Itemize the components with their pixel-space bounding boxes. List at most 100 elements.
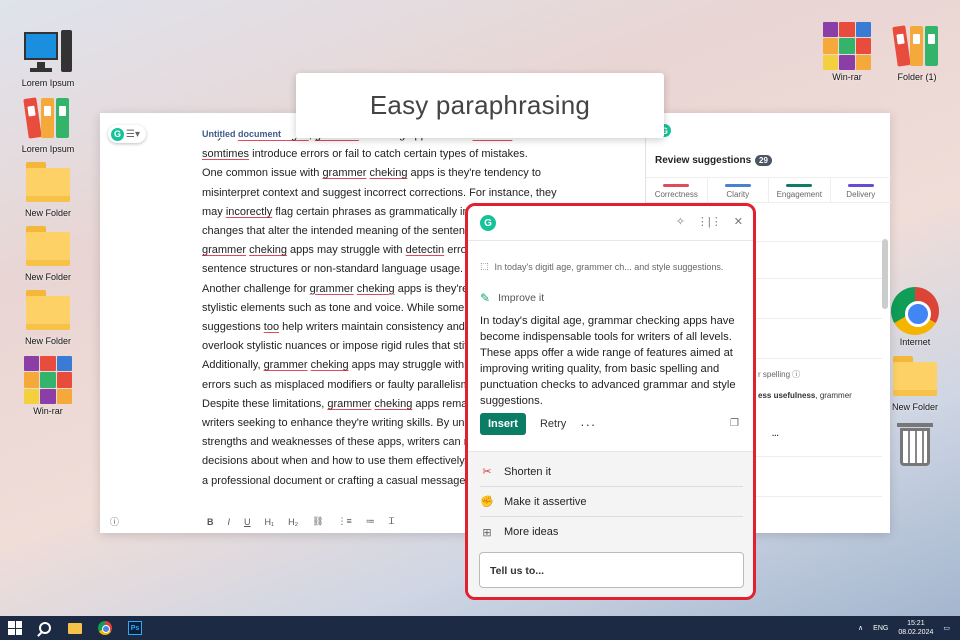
desktop-icon-binders[interactable]: Lorem Ipsum [10, 94, 86, 154]
tab-correctness[interactable]: Correctness [646, 178, 708, 202]
text-segment: apps is they're tendency to [407, 167, 542, 180]
text-segment: Despite these limitations, [202, 397, 328, 410]
spelling-error[interactable]: detectin [406, 244, 445, 256]
winrar-icon [24, 356, 72, 404]
heading1-button[interactable]: H₁ [265, 517, 275, 527]
spelling-error[interactable]: cheking [311, 359, 349, 371]
format-toolbar: ⓘ B I U H₁ H₂ ⛓ ⋮≡ ≔ Ꮖ [110, 515, 395, 528]
spelling-error[interactable]: disadvantages [238, 138, 309, 141]
spelling-error[interactable]: cheking [370, 167, 408, 179]
desktop-icon-label: New Folder [24, 272, 71, 282]
menu-icon: ☰▾ [126, 128, 140, 140]
clock[interactable]: 15:21 08.02.2024 [898, 619, 933, 637]
language-indicator[interactable]: ENG [873, 625, 888, 632]
spelling-error[interactable]: cheking [357, 283, 395, 295]
link-icon[interactable]: ⛓ [312, 516, 323, 527]
spelling-error[interactable]: grammer [264, 359, 308, 371]
chevron-up-icon[interactable]: ∧ [858, 624, 863, 632]
spelling-error[interactable]: incorectly [226, 206, 272, 218]
suggestion-snippet[interactable]: r spelling ⓘ [758, 369, 800, 380]
option-more-ideas[interactable]: ⊞ More ideas [480, 517, 743, 547]
binders-icon [892, 22, 941, 70]
improve-it-label: ✎ Improve it [480, 291, 545, 305]
search-icon [39, 622, 51, 634]
tab-engagement[interactable]: Engagement [769, 178, 831, 202]
popup-header: G ✧ ⋮|⋮ ✕ [468, 206, 753, 241]
text-segment: may [202, 205, 226, 218]
desktop-icon-folder[interactable]: New Folder [10, 222, 86, 282]
review-scrollbar[interactable] [882, 239, 888, 309]
heading2-button[interactable]: H₂ [288, 517, 298, 527]
spelling-error[interactable]: grammar [315, 138, 359, 141]
text-segment: checking apps are not [359, 138, 473, 141]
close-icon[interactable]: ✕ [734, 215, 743, 228]
clear-format-icon[interactable]: Ꮖ [389, 516, 395, 527]
desktop-icon-label: Lorem Ipsum [21, 144, 75, 154]
spelling-error[interactable]: grammer [322, 167, 366, 179]
ordered-list-icon[interactable]: ⋮≡ [338, 516, 352, 527]
taskbar-photoshop[interactable]: Ps [120, 616, 150, 640]
more-options-button[interactable]: ... [772, 429, 779, 438]
taskbar-explorer[interactable] [60, 616, 90, 640]
desktop-icon-folder[interactable]: New Folder [10, 286, 86, 346]
document-line: misinterpret context and suggest incorre… [202, 184, 642, 203]
voice-icon[interactable]: ⋮|⋮ [697, 215, 722, 228]
text-segment: and can [512, 138, 554, 141]
spelling-error[interactable]: grammer [327, 398, 371, 410]
spelling-error[interactable]: grammer [202, 244, 246, 256]
copy-icon[interactable]: ❐ [730, 418, 739, 429]
folder-icon [68, 622, 82, 634]
tell-us-input[interactable]: Tell us to... [479, 552, 744, 588]
desktop-icon-label: New Folder [24, 336, 71, 346]
computer-icon [24, 28, 72, 76]
bold-button[interactable]: B [207, 517, 214, 527]
suggestion-snippet[interactable]: ess usefulness, grammer [758, 391, 852, 400]
insert-button[interactable]: Insert [480, 413, 526, 435]
paraphrase-popup: G ✧ ⋮|⋮ ✕ ⬚ In today's digitl age, gramm… [465, 203, 756, 600]
retry-button[interactable]: Retry [540, 418, 566, 430]
text-segment: sentence structures or non-standard lang… [202, 263, 464, 276]
desktop-icon-computer[interactable]: Lorem Ipsum [10, 28, 86, 88]
desktop-icon-label: Win-rar [33, 406, 63, 416]
notification-icon[interactable]: ▭ [943, 624, 950, 632]
option-assertive[interactable]: ✊ Make it assertive [480, 487, 743, 517]
help-icon[interactable]: ⓘ [110, 515, 119, 528]
text-segment: introduce errors or fail to catch certai… [249, 148, 528, 161]
start-button[interactable] [0, 616, 30, 640]
folder-icon [891, 352, 939, 400]
bullet-list-icon[interactable]: ≔ [366, 516, 375, 527]
more-button[interactable]: ··· [580, 417, 596, 432]
grammarly-badge[interactable]: G ☰▾ [108, 125, 146, 143]
spelling-error[interactable]: too [264, 321, 279, 333]
italic-button[interactable]: I [228, 517, 231, 527]
photoshop-icon: Ps [128, 621, 142, 635]
spelling-error[interactable]: cheking [249, 244, 287, 256]
desktop-icon-label: Lorem Ipsum [21, 78, 75, 88]
spelling-error[interactable]: somtimes [202, 148, 249, 160]
search-button[interactable] [30, 616, 60, 640]
binders-icon [23, 94, 72, 142]
spelling-error[interactable]: grammer [310, 283, 354, 295]
desktop-icon-binders[interactable]: Folder (1) [879, 22, 955, 82]
system-tray: ∧ ENG 15:21 08.02.2024 ▭ [858, 616, 960, 640]
desktop-icon-winrar[interactable]: Win-rar [10, 356, 86, 416]
text-segment: One common issue with [202, 167, 323, 180]
text-segment: misinterpret context and suggest incorre… [202, 186, 557, 199]
taskbar-chrome[interactable] [90, 616, 120, 640]
desktop-icon-folder[interactable]: New Folder [10, 158, 86, 218]
spelling-error[interactable]: infallible [473, 138, 513, 141]
document-line: One common issue with grammer cheking ap… [202, 164, 642, 183]
option-shorten[interactable]: ✂ Shorten it [480, 457, 743, 487]
text-segment: Another challenge for [202, 282, 310, 295]
windows-logo-icon [8, 621, 22, 635]
desktop-icon-winrar[interactable]: Win-rar [809, 22, 885, 82]
grammarly-logo-icon: G [480, 215, 496, 231]
review-title: Review suggestions [655, 155, 752, 166]
tab-clarity[interactable]: Clarity [708, 178, 769, 202]
chrome-icon [891, 287, 939, 335]
sparkle-icon[interactable]: ✧ [676, 215, 685, 228]
underline-button[interactable]: U [244, 517, 251, 527]
ideas-icon: ⊞ [482, 526, 492, 539]
spelling-error[interactable]: cheking [374, 398, 412, 410]
tab-delivery[interactable]: Delivery [831, 178, 892, 202]
